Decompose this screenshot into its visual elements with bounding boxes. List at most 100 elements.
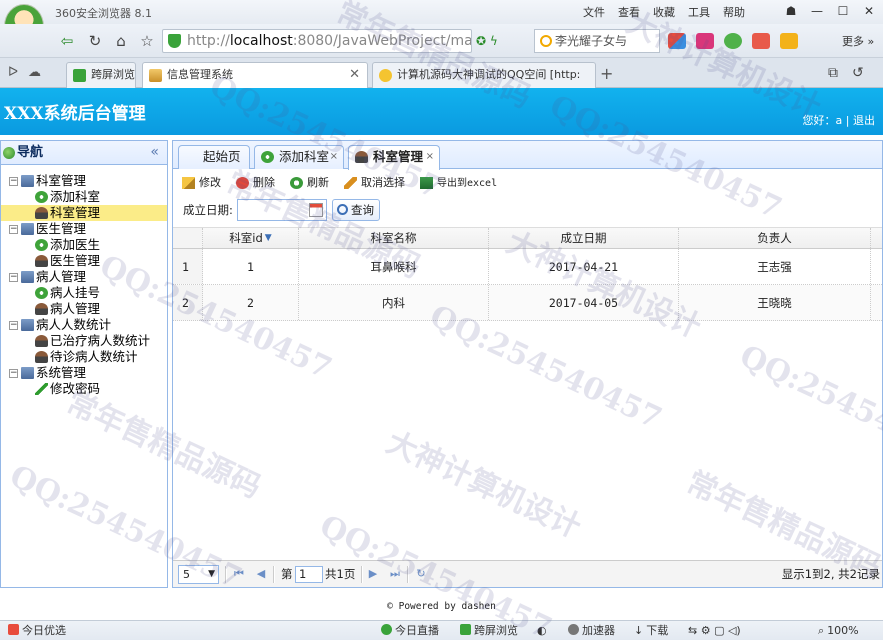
status-accelerator[interactable]: 加速器	[568, 621, 615, 640]
column-header-date[interactable]: 成立日期	[489, 228, 679, 248]
status-today-picks[interactable]: 今日优选	[8, 621, 66, 640]
tree-group-doctor[interactable]: − 医生管理	[1, 221, 167, 237]
column-header-name[interactable]: 科室名称	[299, 228, 489, 248]
page-size-select[interactable]: 5 ▼	[178, 565, 219, 584]
next-page-icon[interactable]: ▶	[367, 567, 379, 581]
reload-icon[interactable]: ↻	[415, 567, 427, 581]
delete-button[interactable]: 删除	[235, 175, 275, 192]
column-header-head[interactable]: 负责人	[679, 228, 871, 248]
gift-icon[interactable]	[780, 33, 798, 49]
sidebar-item-patient-register[interactable]: 病人挂号	[1, 285, 167, 301]
tree-group-patient[interactable]: − 病人管理	[1, 269, 167, 285]
speed-icon[interactable]: ✪ ϟ	[476, 34, 498, 48]
close-tab-icon[interactable]: ×	[330, 146, 338, 168]
add-icon	[35, 239, 48, 251]
tree-group-department[interactable]: − 科室管理	[1, 173, 167, 189]
translate-icon[interactable]	[752, 33, 770, 49]
search-input[interactable]: 李光耀子女与	[534, 29, 660, 53]
minimize-icon[interactable]: —	[804, 2, 830, 20]
menu-file[interactable]: 文件	[583, 4, 605, 20]
close-tab-icon[interactable]: ×	[426, 146, 434, 168]
new-tab-icon[interactable]: +	[600, 64, 613, 83]
cell-date: 2017-04-05	[489, 285, 679, 320]
row-number: 1	[173, 249, 203, 284]
table-row[interactable]: 1 1 耳鼻喉科 2017-04-21 王志强	[173, 249, 882, 285]
tab-home[interactable]: 起始页	[178, 145, 250, 169]
sidebar-item-patient-manage[interactable]: 病人管理	[1, 301, 167, 317]
tree-group-system[interactable]: − 系统管理	[1, 365, 167, 381]
status-cross-screen[interactable]: 跨屏浏览	[460, 621, 518, 640]
first-page-icon[interactable]: ⏮	[233, 567, 245, 581]
user-greeting: 您好：a | 退出	[802, 114, 875, 127]
tree-group-statistics[interactable]: − 病人人数统计	[1, 317, 167, 333]
menu-help[interactable]: 帮助	[723, 4, 745, 20]
tab-info-system[interactable]: 信息管理系统 ✕	[142, 62, 368, 89]
column-label: 科室id	[229, 231, 263, 245]
export-excel-button[interactable]: 导出到excel	[419, 175, 497, 192]
security-shield-icon[interactable]	[168, 34, 181, 48]
tree-group-label: 病人管理	[36, 269, 87, 284]
mail-icon[interactable]	[696, 33, 714, 49]
query-button[interactable]: 查询	[332, 199, 380, 221]
logout-link[interactable]: 退出	[853, 114, 875, 127]
sidebar-item-treated-stats[interactable]: 已治疗病人数统计	[1, 333, 167, 349]
delete-icon	[236, 177, 249, 189]
menu-view[interactable]: 查看	[618, 4, 640, 20]
sidebar-toggle-icon[interactable]: ᐅ☁	[8, 65, 51, 80]
maximize-icon[interactable]: ☐	[830, 2, 856, 20]
sidebar: 导航 « − 科室管理 添加科室 科室管理 − 医生管理 添加医生 医生管理 −…	[0, 140, 168, 588]
tab-department-manage[interactable]: 科室管理 ×	[348, 145, 440, 170]
browser-navbar: ⇦ ↻ ⌂ ☆ http://localhost:8080/JavaWebPro…	[0, 24, 883, 58]
status-zoom[interactable]: ⌕ 100%	[818, 621, 859, 640]
cell-head: 王晓晓	[679, 285, 871, 320]
menu-tools[interactable]: 工具	[688, 4, 710, 20]
more-button[interactable]: 更多 »	[842, 33, 874, 49]
calendar-icon[interactable]	[309, 203, 323, 217]
bookmark-star-icon[interactable]: ☆	[136, 30, 158, 52]
tree-group-label: 医生管理	[36, 221, 87, 236]
status-label: 100%	[827, 624, 859, 637]
last-page-icon[interactable]: ⏭	[389, 567, 401, 581]
sidebar-item-add-department[interactable]: 添加科室	[1, 189, 167, 205]
status-live[interactable]: 今日直播	[381, 621, 439, 640]
address-bar[interactable]: http://localhost:8080/JavaWebProject/mai…	[162, 29, 472, 53]
page-number-input[interactable]: 1	[295, 566, 323, 583]
back-icon[interactable]: ⇦	[56, 30, 78, 52]
action-label: 刷新	[307, 176, 329, 189]
sidebar-item-doctor-manage[interactable]: 医生管理	[1, 253, 167, 269]
restore-tab-icon[interactable]: ⧉↺	[828, 65, 878, 81]
close-tab-icon[interactable]: ✕	[349, 63, 360, 87]
search-engine-icon[interactable]	[540, 35, 552, 47]
deselect-button[interactable]: 取消选择	[343, 175, 405, 192]
shirt-icon[interactable]: ☗	[778, 2, 804, 20]
column-header-id[interactable]: 科室id ▼	[203, 228, 299, 248]
apps-icon[interactable]	[668, 33, 686, 49]
money-icon[interactable]	[724, 33, 742, 49]
tab-qq-space[interactable]: 计算机源码大神调试的QQ空间 [http:	[372, 62, 596, 88]
sidebar-item-add-doctor[interactable]: 添加医生	[1, 237, 167, 253]
tab-label: 起始页	[203, 149, 241, 164]
tree-item-label: 待诊病人数统计	[50, 349, 138, 364]
collapse-icon[interactable]: «	[150, 141, 159, 164]
sort-desc-icon: ▼	[264, 233, 272, 243]
action-label: 取消选择	[361, 176, 405, 189]
prev-page-icon[interactable]: ◀	[255, 567, 267, 581]
refresh-button[interactable]: 刷新	[289, 175, 329, 192]
sidebar-item-waiting-stats[interactable]: 待诊病人数统计	[1, 349, 167, 365]
app-header: XXX系统后台管理 您好：a | 退出	[0, 88, 883, 135]
date-input[interactable]	[237, 199, 327, 221]
status-weather-icon[interactable]: ◐	[537, 621, 547, 640]
refresh-icon[interactable]: ↻	[84, 30, 106, 52]
tab-cross-screen[interactable]: 跨屏浏览	[66, 62, 136, 88]
edit-button[interactable]: 修改	[181, 175, 221, 192]
sidebar-item-change-password[interactable]: 修改密码	[1, 381, 167, 397]
tab-add-department[interactable]: 添加科室 ×	[254, 145, 344, 169]
user-icon	[355, 151, 368, 163]
close-window-icon[interactable]: ✕	[856, 2, 882, 20]
table-row[interactable]: 2 2 内科 2017-04-05 王晓晓	[173, 285, 882, 321]
sidebar-item-department-manage[interactable]: 科室管理	[1, 205, 167, 221]
status-misc-icons[interactable]: ⇆ ⚙ ▢ ◁)	[688, 621, 741, 640]
status-download[interactable]: ↓ 下载	[634, 621, 668, 640]
home-icon[interactable]: ⌂	[110, 30, 132, 52]
menu-favorites[interactable]: 收藏	[653, 4, 675, 20]
